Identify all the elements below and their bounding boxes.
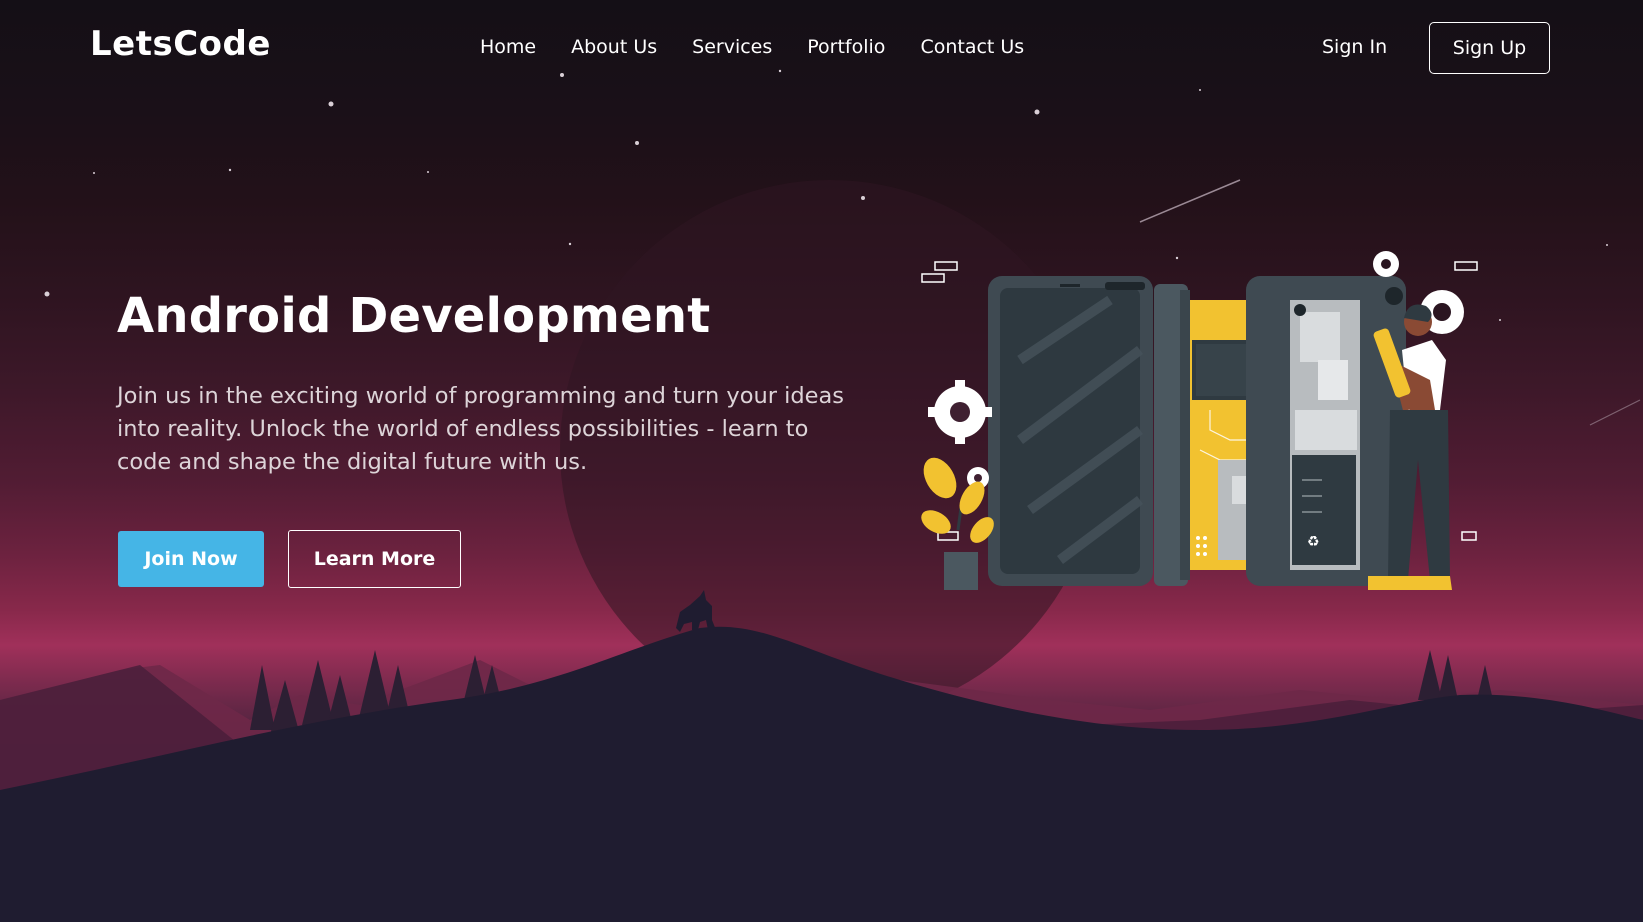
sign-in-link[interactable]: Sign In (1322, 36, 1387, 58)
learn-more-button[interactable]: Learn More (288, 530, 461, 588)
gear-icon (928, 380, 992, 444)
hero-title: Android Development (117, 288, 711, 344)
nav-item-home[interactable]: Home (480, 36, 536, 58)
hero-description: Join us in the exciting world of program… (117, 383, 845, 475)
site-logo[interactable]: LetsCode (90, 24, 271, 64)
gear-icon-top (1373, 251, 1399, 277)
shooting-star (1139, 179, 1241, 223)
sign-up-button[interactable]: Sign Up (1429, 22, 1550, 74)
join-now-button[interactable]: Join Now (118, 531, 264, 587)
hero-section: LetsCode Home About Us Services Portfoli… (0, 0, 1643, 922)
nav-item-portfolio[interactable]: Portfolio (807, 36, 885, 58)
nav-item-contact-us[interactable]: Contact Us (920, 36, 1024, 58)
main-nav: Home About Us Services Portfolio Contact… (480, 36, 1059, 58)
android-repair-illustration: ♻ (921, 251, 1478, 590)
nav-item-about-us[interactable]: About Us (571, 36, 657, 58)
recycle-icon: ♻ (1307, 534, 1320, 550)
nav-item-services[interactable]: Services (692, 36, 772, 58)
foreground-hill (0, 626, 1643, 922)
